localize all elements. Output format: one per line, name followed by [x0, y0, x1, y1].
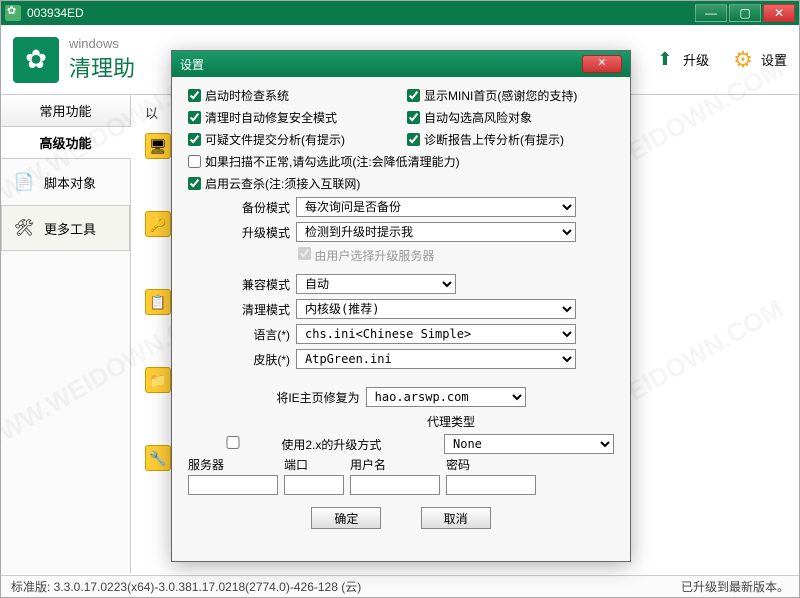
brand-cn: 清理助	[69, 51, 135, 83]
dialog-close-button[interactable]: ✕	[582, 55, 622, 73]
lbl-user: 用户名	[350, 456, 440, 473]
lbl-upgrade-mode: 升级模式	[224, 224, 290, 241]
settings-dialog: 设置 ✕ 启动时检查系统 显示MINI首页(感谢您的支持) 清理时自动修复安全模…	[171, 50, 631, 562]
tools-icon: 🛠	[12, 216, 36, 240]
maximize-button[interactable]: ▢	[729, 4, 761, 22]
settings-button[interactable]: ⚙ 设置	[731, 48, 787, 72]
lbl-compat: 兼容模式	[224, 276, 290, 293]
tool-icon[interactable]: 🔧	[145, 445, 171, 471]
input-user[interactable]	[350, 475, 440, 495]
sidebar-item-script[interactable]: 📄 脚本对象	[1, 159, 130, 205]
select-proxy-type[interactable]: None	[444, 434, 614, 454]
select-clean[interactable]: 内核级(推荐)	[296, 299, 576, 319]
select-skin[interactable]: AtpGreen.ini	[296, 349, 576, 369]
logo-text: windows 清理助	[69, 36, 135, 83]
lbl-port: 端口	[284, 456, 344, 473]
sidebar-item-label: 更多工具	[44, 219, 96, 238]
chk-mini[interactable]: 显示MINI首页(感谢您的支持)	[407, 87, 614, 104]
upgrade-label: 升级	[683, 50, 709, 69]
tool-icon[interactable]: 📋	[145, 289, 171, 315]
chk-suspect[interactable]: 可疑文件提交分析(有提示)	[188, 131, 395, 148]
tool-icon[interactable]: 📁	[145, 367, 171, 393]
lbl-proxy-type: 代理类型	[188, 413, 614, 430]
chk-user-server: 由用户选择升级服务器	[298, 249, 434, 263]
chk-startup[interactable]: 启动时检查系统	[188, 87, 395, 104]
lbl-backup: 备份模式	[224, 199, 290, 216]
titlebar: 003934ED — ▢ ✕	[1, 1, 799, 25]
tool-icon-column: 🖥 🔑 📋 📁 🔧	[145, 133, 171, 471]
script-icon: 📄	[12, 170, 36, 194]
chk-2x-upgrade[interactable]: 使用2.x的升级方式	[188, 436, 438, 453]
sidebar-item-more-tools[interactable]: 🛠 更多工具	[1, 205, 130, 251]
lbl-skin: 皮肤(*)	[224, 351, 290, 368]
ok-button[interactable]: 确定	[311, 507, 381, 529]
tab-advanced[interactable]: 高级功能	[1, 127, 131, 159]
select-upgrade[interactable]: 检测到升级时提示我	[296, 222, 576, 242]
lbl-pass: 密码	[446, 456, 536, 473]
settings-label: 设置	[761, 50, 787, 69]
tool-icon[interactable]: 🔑	[145, 211, 171, 237]
lbl-homepage: 将IE主页修复为	[276, 389, 359, 406]
tool-icon[interactable]: 🖥	[145, 133, 171, 159]
app-icon	[5, 5, 21, 21]
chk-abnormal[interactable]: 如果扫描不正常,请勾选此项(注:会降低清理能力)	[188, 153, 614, 170]
lbl-clean: 清理模式	[224, 301, 290, 318]
close-button[interactable]: ✕	[763, 4, 795, 22]
input-pass[interactable]	[446, 475, 536, 495]
chk-safe[interactable]: 清理时自动修复安全模式	[188, 109, 395, 126]
select-lang[interactable]: chs.ini<Chinese Simple>	[296, 324, 576, 344]
select-compat[interactable]: 自动	[296, 274, 456, 294]
input-server[interactable]	[188, 475, 278, 495]
lbl-lang: 语言(*)	[224, 326, 290, 343]
brand-en: windows	[69, 36, 135, 51]
input-port[interactable]	[284, 475, 344, 495]
window-title: 003934ED	[27, 6, 84, 20]
status-upgrade-info: 已升级到最新版本。	[681, 578, 789, 595]
select-backup[interactable]: 每次询问是否备份	[296, 197, 576, 217]
minimize-button[interactable]: —	[695, 4, 727, 22]
cancel-button[interactable]: 取消	[421, 507, 491, 529]
sidebar: 常用功能 高级功能 📄 脚本对象 🛠 更多工具	[1, 95, 131, 573]
gear-icon: ⚙	[731, 48, 755, 72]
chk-diag[interactable]: 诊断报告上传分析(有提示)	[407, 131, 614, 148]
dialog-titlebar: 设置 ✕	[172, 51, 630, 77]
tab-common[interactable]: 常用功能	[1, 95, 130, 127]
select-homepage[interactable]: hao.arswp.com	[366, 387, 526, 407]
lbl-server: 服务器	[188, 456, 278, 473]
dialog-title: 设置	[180, 56, 204, 73]
logo-icon: ✿	[13, 37, 59, 83]
statusbar: 标准版: 3.3.0.17.0223(x64)-3.0.381.17.0218(…	[1, 575, 799, 597]
chk-cloud[interactable]: 启用云查杀(注:须接入互联网)	[188, 175, 614, 192]
sidebar-item-label: 脚本对象	[44, 173, 96, 192]
upgrade-button[interactable]: ⬆ 升级	[653, 48, 709, 72]
upgrade-icon: ⬆	[653, 48, 677, 72]
status-version: 标准版: 3.3.0.17.0223(x64)-3.0.381.17.0218(…	[11, 578, 361, 595]
chk-highrisk[interactable]: 自动勾选高风险对象	[407, 109, 614, 126]
